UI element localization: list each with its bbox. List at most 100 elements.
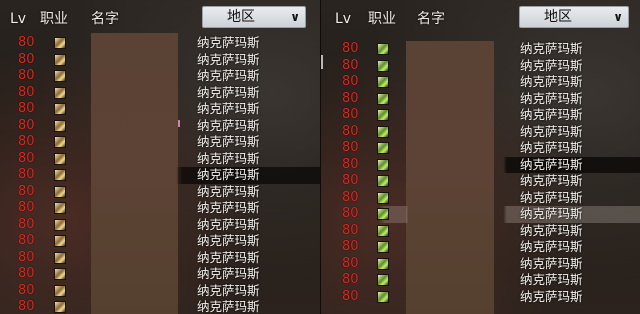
level-value: 80	[342, 288, 359, 304]
class-icon	[377, 274, 389, 286]
region-dropdown-label: 地区	[544, 9, 572, 25]
level-value: 80	[342, 222, 359, 238]
class-icon	[377, 125, 389, 138]
region-dropdown[interactable]: 地区 ∨	[202, 6, 306, 28]
player-row[interactable]: 80 纳克萨玛斯	[321, 190, 640, 207]
player-rows: 80 纳克萨玛斯 80 纳克萨玛斯 80 纳克萨玛斯 80 纳克萨玛斯 80 纳克萨玛斯 80 纳克萨…	[321, 41, 640, 305]
player-list-left: Lv 职业 名字 地区 ∨ 80 纳克萨玛斯 80 纳克萨玛斯 80 纳克萨玛斯 80 纳克萨…	[0, 0, 320, 314]
region-value: 纳克萨玛斯	[197, 101, 260, 116]
class-icon	[377, 59, 389, 72]
level-value: 80	[18, 216, 35, 232]
player-row[interactable]: 80 纳克萨玛斯	[0, 35, 320, 52]
class-icon	[377, 142, 389, 154]
column-header-level[interactable]: Lv	[10, 8, 26, 30]
region-value: 纳克萨玛斯	[520, 173, 583, 188]
level-value: 80	[18, 84, 35, 100]
region-value: 纳克萨玛斯	[520, 123, 583, 139]
level-value: 80	[18, 51, 35, 67]
player-row[interactable]: 80 纳克萨玛斯	[0, 85, 320, 102]
column-header-level[interactable]: Lv	[335, 8, 351, 30]
class-icon	[377, 257, 389, 270]
region-value: 纳克萨玛斯	[197, 200, 260, 215]
player-row[interactable]: 80 纳克萨玛斯	[0, 134, 320, 151]
class-icon	[54, 284, 66, 297]
player-row[interactable]: 80 纳克萨玛斯	[321, 272, 640, 289]
player-row[interactable]: 80 纳克萨玛斯	[321, 206, 640, 223]
level-value: 80	[342, 239, 359, 254]
level-value: 80	[18, 167, 35, 182]
player-row[interactable]: 80 纳克萨玛斯	[321, 173, 640, 190]
player-row[interactable]: 80 纳克萨玛斯	[321, 124, 640, 141]
region-value: 纳克萨玛斯	[520, 140, 583, 155]
column-header-name[interactable]: 名字	[91, 8, 119, 30]
player-row[interactable]: 80 纳克萨玛斯	[0, 151, 320, 168]
player-row[interactable]: 80 纳克萨玛斯	[0, 217, 320, 234]
level-value: 80	[342, 156, 359, 172]
player-row[interactable]: 80 纳克萨玛斯	[0, 68, 320, 85]
player-row[interactable]: 80 纳克萨玛斯	[0, 250, 320, 267]
player-row[interactable]: 80 纳克萨玛斯	[0, 184, 320, 201]
class-icon	[54, 169, 66, 181]
class-icon	[377, 43, 389, 55]
region-value: 纳克萨玛斯	[197, 249, 260, 265]
level-value: 80	[18, 101, 35, 116]
class-icon	[54, 218, 66, 231]
player-row[interactable]: 80 纳克萨玛斯	[321, 140, 640, 157]
player-row[interactable]: 80 纳克萨玛斯	[321, 74, 640, 91]
region-value: 纳克萨玛斯	[520, 189, 583, 205]
player-row[interactable]: 80 纳克萨玛斯	[321, 256, 640, 273]
region-dropdown-label: 地区	[227, 9, 255, 25]
player-row[interactable]: 80 纳克萨玛斯	[0, 167, 320, 184]
class-icon	[54, 268, 66, 280]
region-dropdown[interactable]: 地区 ∨	[519, 6, 629, 28]
column-header-name[interactable]: 名字	[417, 8, 445, 30]
column-header-class[interactable]: 职业	[368, 8, 396, 30]
class-icon	[377, 241, 389, 253]
player-row[interactable]: 80 纳克萨玛斯	[0, 52, 320, 69]
player-row[interactable]: 80 纳克萨玛斯	[321, 107, 640, 124]
player-row[interactable]: 80 纳克萨玛斯	[321, 91, 640, 108]
level-value: 80	[342, 57, 359, 73]
level-value: 80	[18, 249, 35, 265]
class-icon	[54, 251, 66, 264]
class-icon	[377, 191, 389, 204]
class-icon	[54, 70, 66, 82]
marker	[178, 120, 180, 127]
player-row[interactable]: 80 纳克萨玛斯	[321, 239, 640, 256]
class-icon	[377, 175, 389, 187]
class-icon	[54, 202, 66, 214]
player-row[interactable]: 80 纳克萨玛斯	[0, 101, 320, 118]
class-icon	[54, 136, 66, 148]
player-row[interactable]: 80 纳克萨玛斯	[0, 118, 320, 135]
region-value: 纳克萨玛斯	[197, 35, 260, 50]
level-value: 80	[342, 189, 359, 205]
player-row[interactable]: 80 纳克萨玛斯	[321, 58, 640, 75]
region-value: 纳克萨玛斯	[520, 90, 583, 106]
player-row[interactable]: 80 纳克萨玛斯	[0, 266, 320, 283]
region-value: 纳克萨玛斯	[520, 74, 583, 89]
player-rows: 80 纳克萨玛斯 80 纳克萨玛斯 80 纳克萨玛斯 80 纳克萨玛斯 80 纳克萨玛斯 80 纳克萨…	[0, 35, 320, 314]
class-icon	[54, 119, 66, 132]
player-row[interactable]: 80 纳克萨玛斯	[321, 41, 640, 58]
player-row[interactable]: 80 纳克萨玛斯	[321, 223, 640, 240]
player-row[interactable]: 80 纳克萨玛斯	[0, 233, 320, 250]
player-row[interactable]: 80 纳克萨玛斯	[321, 289, 640, 306]
class-icon	[54, 53, 66, 66]
region-value: 纳克萨玛斯	[520, 156, 583, 172]
level-value: 80	[18, 68, 35, 83]
class-icon	[54, 103, 66, 115]
level-value: 80	[342, 107, 359, 122]
player-row[interactable]: 80 纳克萨玛斯	[0, 299, 320, 314]
region-value: 纳克萨玛斯	[197, 216, 260, 232]
scrollbar-thumb[interactable]	[321, 55, 323, 69]
region-value: 纳克萨玛斯	[197, 266, 260, 281]
level-value: 80	[18, 282, 35, 298]
level-value: 80	[18, 233, 35, 248]
class-icon	[377, 290, 389, 303]
column-header-class[interactable]: 职业	[40, 8, 68, 30]
level-value: 80	[342, 255, 359, 271]
player-row[interactable]: 80 纳克萨玛斯	[321, 156, 640, 173]
level-value: 80	[342, 123, 359, 139]
player-row[interactable]: 80 纳克萨玛斯	[0, 283, 320, 300]
player-row[interactable]: 80 纳克萨玛斯	[0, 200, 320, 217]
